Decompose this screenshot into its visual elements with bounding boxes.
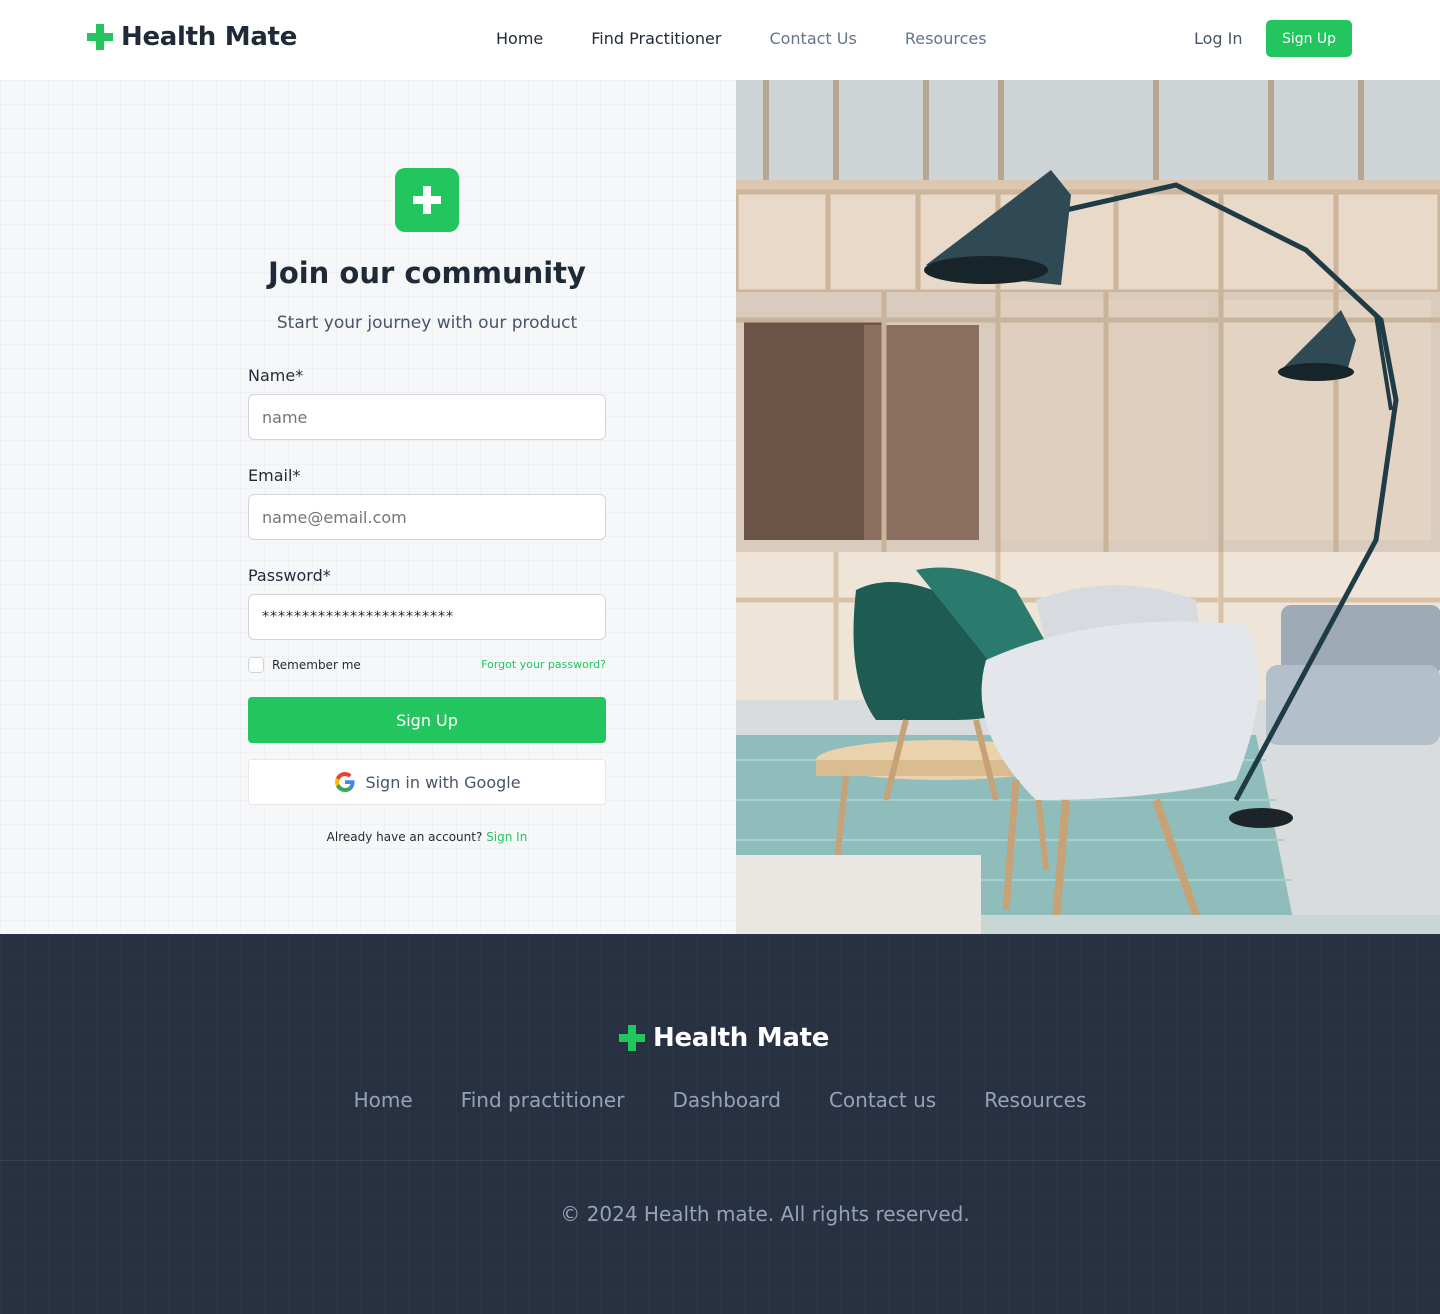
footer-nav: Home Find practitioner Dashboard Contact… [0, 1088, 1440, 1112]
login-link[interactable]: Log In [1194, 29, 1243, 48]
top-navbar: Health Mate Home Find Practitioner Conta… [0, 0, 1440, 80]
google-icon [335, 772, 356, 792]
plus-icon [395, 168, 459, 232]
signup-form-panel: Join our community Start your journey wi… [0, 80, 736, 934]
name-input[interactable] [248, 394, 606, 440]
form-subtitle: Start your journey with our product [276, 313, 578, 333]
signin-link[interactable]: Sign In [486, 830, 527, 844]
already-text: Already have an account? [326, 830, 483, 844]
header-signup-button[interactable]: Sign Up [1266, 20, 1352, 57]
office-lounge-illustration [736, 80, 1440, 934]
brand-name: Health Mate [121, 22, 298, 52]
plus-icon [619, 1025, 645, 1051]
footer-brand-name: Health Mate [653, 1023, 830, 1053]
password-label: Password* [248, 566, 331, 585]
signin-prompt: Already have an account? Sign In [248, 830, 606, 844]
brand-logo[interactable]: Health Mate [87, 22, 297, 52]
remember-label: Remember me [272, 658, 361, 672]
remember-me[interactable]: Remember me [248, 657, 361, 673]
copyright-text: © 2024 Health mate. All rights reserved. [560, 1202, 970, 1226]
password-input[interactable] [248, 594, 606, 640]
nav-contact-us[interactable]: Contact Us [769, 29, 856, 48]
email-label: Email* [248, 466, 301, 485]
plus-icon [87, 24, 113, 50]
remember-checkbox[interactable] [248, 657, 264, 673]
forgot-password-link[interactable]: Forgot your password? [446, 658, 606, 671]
signup-section: Join our community Start your journey wi… [0, 80, 1440, 934]
nav-find-practitioner[interactable]: Find Practitioner [591, 29, 721, 48]
footer-nav-resources[interactable]: Resources [984, 1088, 1086, 1112]
hero-image [736, 80, 1440, 934]
footer-divider [0, 1160, 1440, 1161]
footer-nav-contact-us[interactable]: Contact us [829, 1088, 936, 1112]
name-label: Name* [248, 366, 304, 385]
footer-brand[interactable]: Health Mate [619, 1023, 829, 1053]
footer-nav-find-practitioner[interactable]: Find practitioner [461, 1088, 625, 1112]
main-nav: Home Find Practitioner Contact Us Resour… [496, 29, 987, 48]
footer-nav-home[interactable]: Home [354, 1088, 413, 1112]
google-signin-button[interactable]: Sign in with Google [248, 759, 606, 805]
nav-resources[interactable]: Resources [905, 29, 987, 48]
google-button-label: Sign in with Google [365, 772, 521, 792]
email-input[interactable] [248, 494, 606, 540]
form-title: Join our community [268, 256, 586, 290]
signup-button[interactable]: Sign Up [248, 697, 606, 743]
footer-nav-dashboard[interactable]: Dashboard [672, 1088, 781, 1112]
nav-home[interactable]: Home [496, 29, 543, 48]
site-footer: Health Mate Home Find practitioner Dashb… [0, 934, 1440, 1314]
